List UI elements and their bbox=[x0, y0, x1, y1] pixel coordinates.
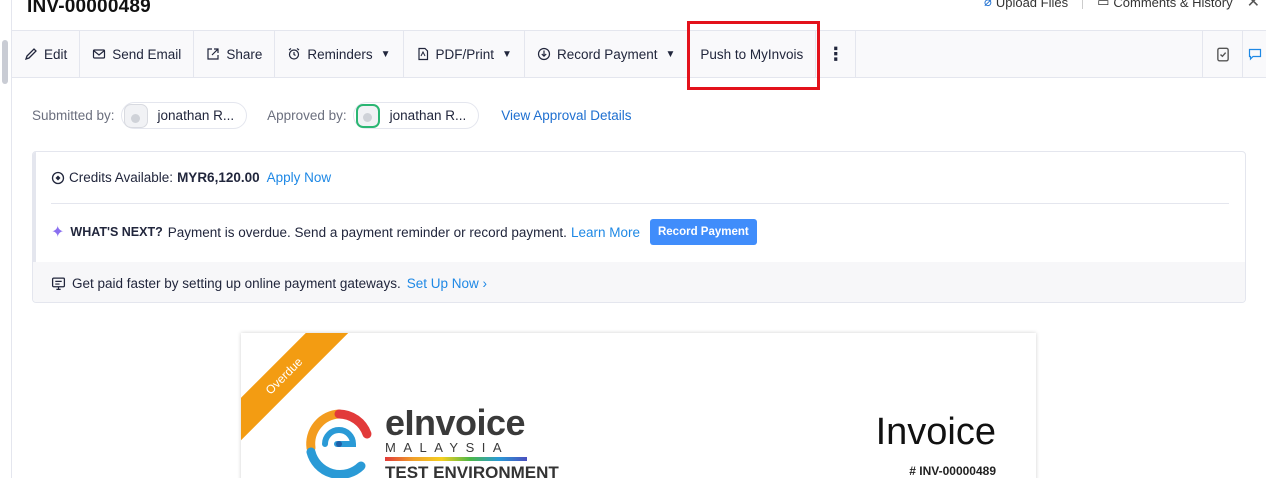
alarm-clock-icon bbox=[288, 48, 300, 60]
push-to-myinvois-label: Push to MyInvois bbox=[700, 46, 804, 62]
approved-by-label: Approved by: bbox=[267, 108, 347, 123]
push-to-myinvois-button[interactable]: Push to MyInvois bbox=[687, 21, 821, 90]
paperclip-icon: ⌀ bbox=[984, 0, 992, 9]
approved-by-name: jonathan R... bbox=[389, 108, 467, 123]
upload-files-label: Upload Files bbox=[995, 0, 1069, 10]
pencil-icon bbox=[24, 48, 37, 61]
submitted-by-chip[interactable]: jonathan R... bbox=[120, 102, 248, 129]
logo-wordmark: eInvoice bbox=[385, 402, 526, 443]
learn-more-link[interactable]: Learn More bbox=[571, 225, 640, 240]
pdf-print-label: PDF/Print bbox=[435, 46, 495, 62]
envelope-icon bbox=[93, 49, 106, 59]
apply-now-link[interactable]: Apply Now bbox=[267, 170, 332, 185]
share-icon bbox=[207, 48, 219, 60]
chat-icon[interactable] bbox=[1242, 31, 1266, 77]
send-email-button[interactable]: Send Email bbox=[80, 31, 195, 77]
submitted-by-name: jonathan R... bbox=[157, 108, 235, 123]
gateway-message: Get paid faster by setting up online pay… bbox=[72, 275, 401, 291]
pdf-print-dropdown[interactable]: PDF/Print ▼ bbox=[404, 31, 525, 77]
invoice-info-card: Credits Available: MYR6,120.00 Apply Now… bbox=[32, 151, 1246, 303]
reminders-label: Reminders bbox=[307, 46, 373, 62]
reminders-dropdown[interactable]: Reminders ▼ bbox=[275, 31, 404, 77]
card-accent-border bbox=[33, 152, 36, 262]
scrollbar-thumb[interactable] bbox=[2, 40, 8, 84]
caret-down-icon: ▼ bbox=[502, 48, 512, 60]
credits-row: Credits Available: MYR6,120.00 Apply Now bbox=[51, 170, 331, 185]
send-email-label: Send Email bbox=[112, 46, 182, 62]
payment-gateway-banner: Get paid faster by setting up online pay… bbox=[33, 262, 1245, 302]
record-payment-label: Record Payment bbox=[556, 46, 658, 62]
submitted-by-label: Submitted by: bbox=[32, 108, 115, 123]
record-payment-dropdown[interactable]: Record Payment ▼ bbox=[525, 31, 689, 77]
share-button[interactable]: Share bbox=[194, 31, 276, 77]
card-divider bbox=[51, 203, 1229, 204]
header-separator bbox=[1082, 0, 1084, 9]
invoice-number-title: INV-00000489 bbox=[27, 0, 151, 17]
edit-label: Edit bbox=[44, 46, 68, 62]
comments-history-label: Comments & History bbox=[1113, 0, 1233, 10]
invoice-toolbar: Edit Send Email Share Reminders ▼ PDF/Pr… bbox=[12, 21, 1266, 90]
credits-coin-icon bbox=[51, 171, 65, 184]
document-title: Invoice bbox=[875, 411, 996, 453]
record-payment-button[interactable]: Record Payment bbox=[649, 219, 757, 245]
monitor-icon bbox=[51, 277, 66, 290]
approved-by-chip[interactable]: jonathan R... bbox=[352, 102, 480, 129]
caret-down-icon: ▼ bbox=[665, 48, 676, 60]
document-number: # INV-00000489 bbox=[909, 464, 996, 478]
checklist-icon[interactable] bbox=[1202, 31, 1242, 77]
invoice-preview: Overdue eInvoice MALAYSIA TEST ENVIRONME… bbox=[241, 333, 1036, 478]
logo-color-bar bbox=[385, 457, 527, 461]
comments-history-link[interactable]: ▭ Comments & History bbox=[1097, 0, 1233, 10]
sparkle-icon: ✦ bbox=[51, 224, 65, 241]
whats-next-row: ✦ WHAT'S NEXT? Payment is overdue. Send … bbox=[51, 219, 757, 245]
upload-files-link[interactable]: ⌀ Upload Files bbox=[984, 0, 1068, 10]
avatar bbox=[355, 103, 380, 128]
caret-down-icon: ▼ bbox=[380, 48, 391, 60]
einvoice-logo: eInvoice MALAYSIA TEST ENVIRONMENT bbox=[301, 405, 559, 478]
header-actions: ⌀ Upload Files ▭ Comments & History ✕ bbox=[984, 0, 1266, 12]
approval-row: Submitted by: jonathan R... Approved by:… bbox=[32, 102, 632, 129]
set-up-now-link[interactable]: Set Up Now › bbox=[407, 276, 487, 291]
pdf-file-icon bbox=[417, 47, 428, 61]
credits-amount: MYR6,120.00 bbox=[177, 170, 260, 185]
avatar bbox=[123, 103, 148, 128]
left-scroll-strip bbox=[0, 0, 12, 478]
more-options-icon[interactable]: ⋮ bbox=[816, 31, 857, 77]
logo-country: MALAYSIA bbox=[385, 440, 510, 455]
share-label: Share bbox=[226, 46, 263, 62]
view-approval-details-link[interactable]: View Approval Details bbox=[501, 108, 631, 123]
logo-environment: TEST ENVIRONMENT bbox=[385, 463, 559, 478]
payment-download-icon bbox=[537, 47, 551, 61]
einvoice-logo-mark bbox=[306, 409, 372, 478]
comment-icon: ▭ bbox=[1097, 0, 1110, 9]
credits-label: Credits Available: bbox=[69, 170, 174, 185]
close-icon[interactable]: ✕ bbox=[1247, 0, 1260, 12]
edit-button[interactable]: Edit bbox=[12, 31, 81, 77]
whats-next-message: Payment is overdue. Send a payment remin… bbox=[167, 224, 567, 240]
whats-next-label: WHAT'S NEXT? bbox=[70, 225, 163, 239]
